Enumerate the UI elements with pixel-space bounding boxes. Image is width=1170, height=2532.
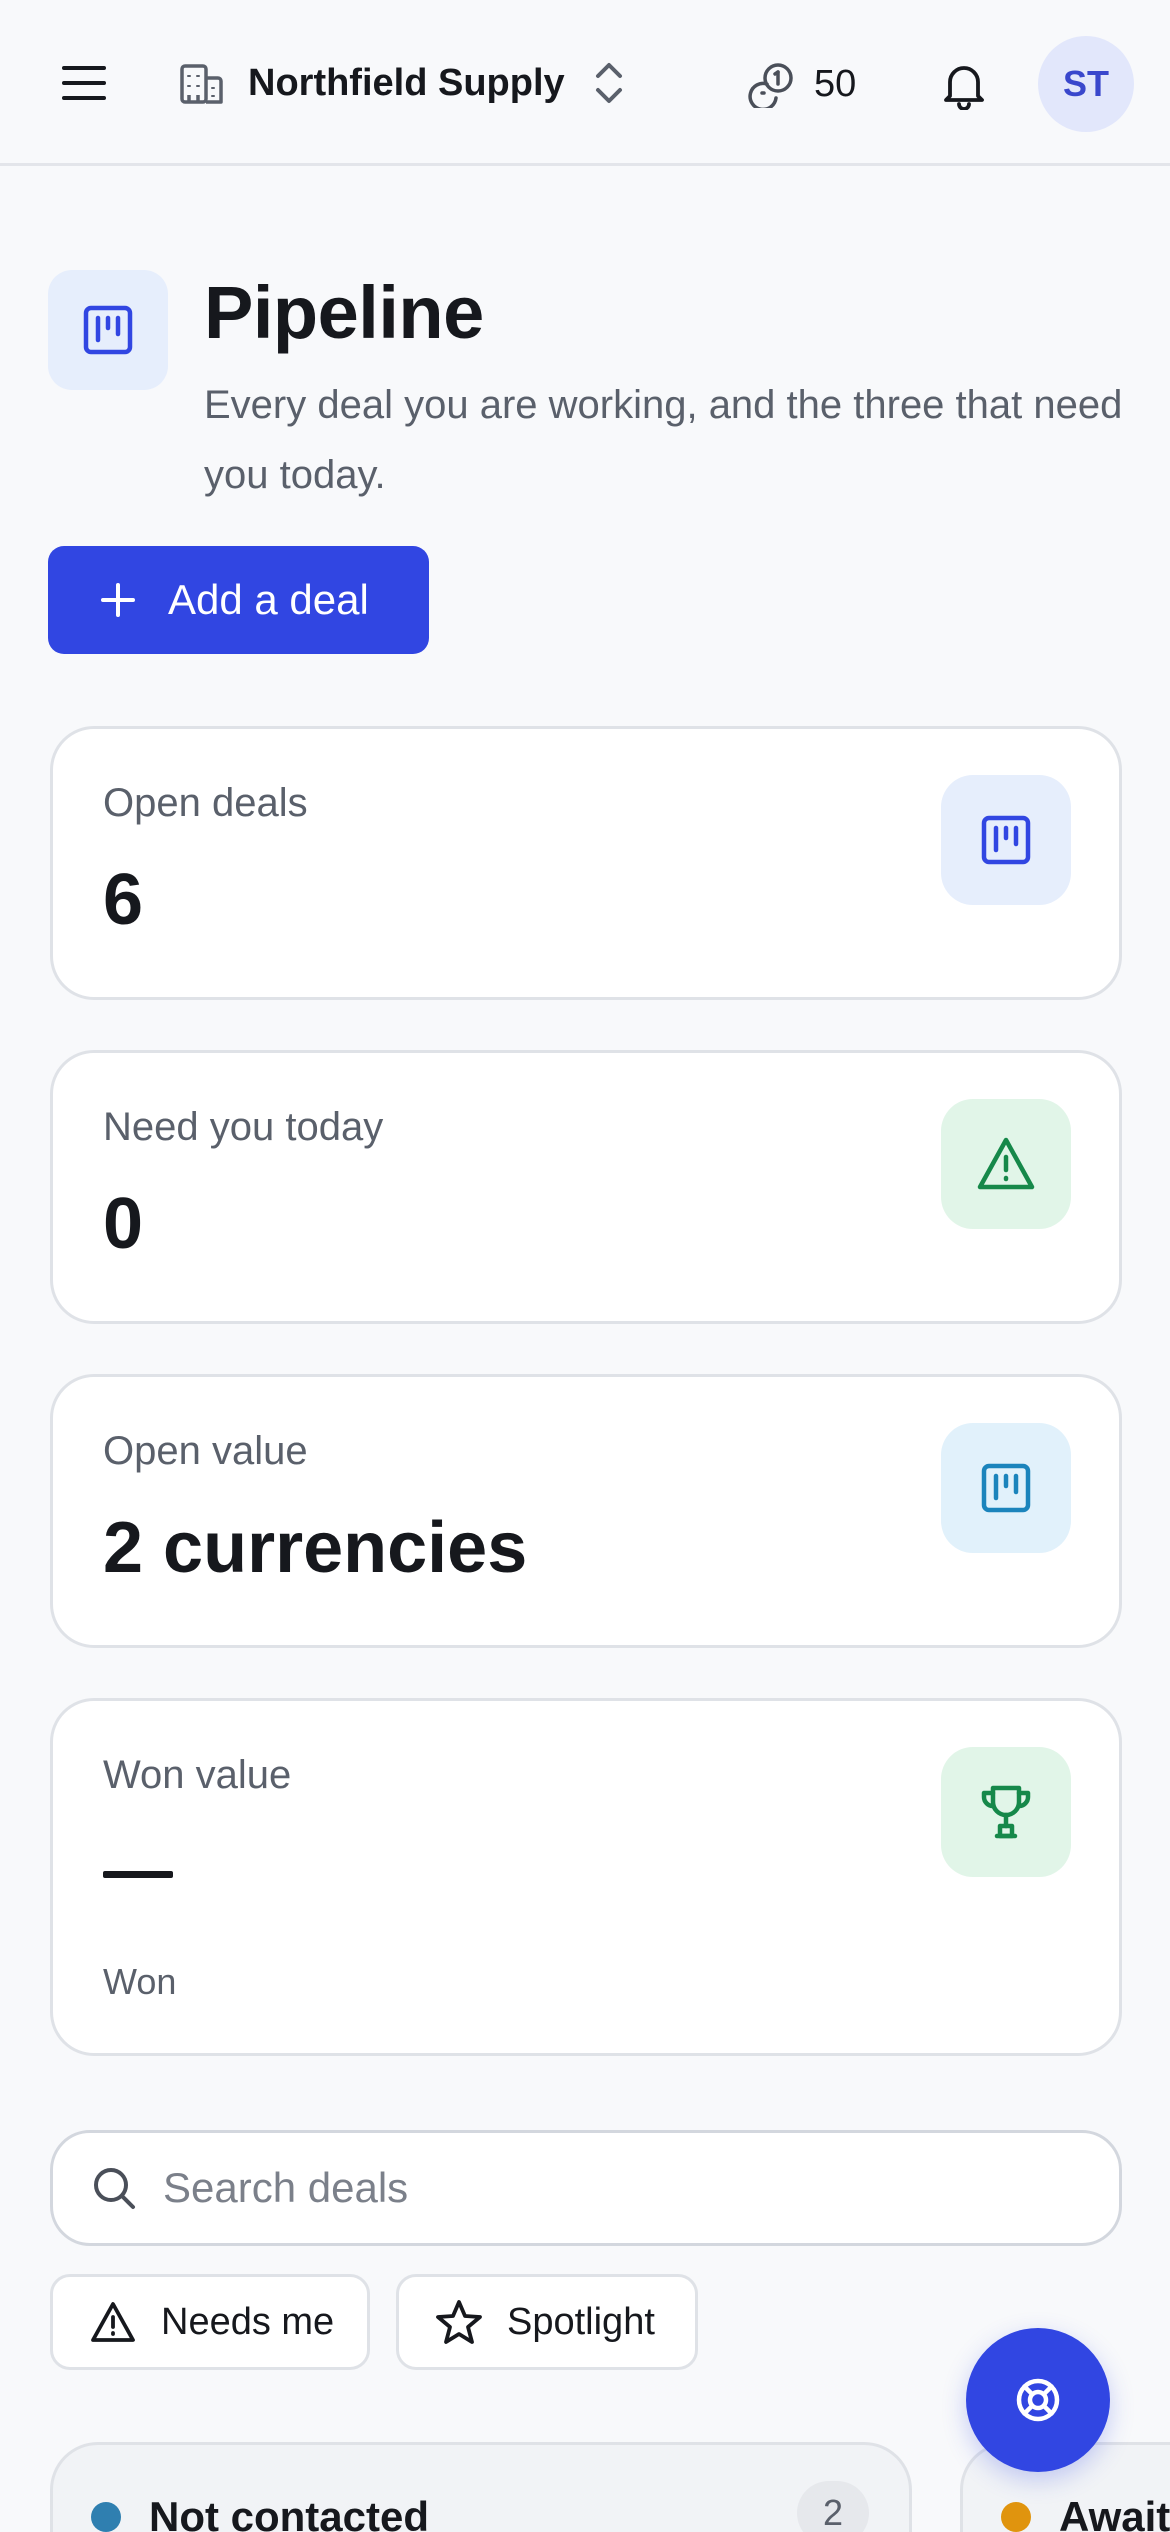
warning-icon (941, 1099, 1071, 1229)
organization-name: Northfield Supply (248, 61, 565, 104)
stat-card-need-you-today: Need you today 0 (50, 1050, 1122, 1324)
stat-label: Open value (103, 1429, 308, 1473)
plus-icon (100, 582, 136, 618)
warning-icon (89, 2300, 137, 2344)
stat-value: 2 currencies (103, 1508, 528, 1588)
chevron-up-down-icon (593, 61, 625, 105)
avatar[interactable]: ST (1038, 36, 1134, 132)
column-count-badge: 2 (797, 2481, 869, 2532)
credits-indicator[interactable]: 50 (748, 52, 856, 116)
column-title: Not contacted (149, 2493, 430, 2532)
kanban-icon (941, 775, 1071, 905)
stat-label: Open deals (103, 781, 308, 825)
stat-value: 0 (103, 1184, 144, 1264)
search-icon (91, 2165, 137, 2211)
top-bar: Northfield Supply 50 ST (0, 0, 1170, 166)
filter-label: Spotlight (507, 2300, 655, 2343)
kanban-icon (941, 1423, 1071, 1553)
page-subtitle: Every deal you are working, and the thre… (204, 383, 1123, 497)
organization-switcher[interactable]: Northfield Supply (178, 50, 625, 116)
lifebuoy-icon (1014, 2376, 1062, 2424)
stat-label: Need you today (103, 1105, 384, 1149)
filter-needs-me[interactable]: Needs me (50, 2274, 370, 2370)
page-title: Pipeline (204, 271, 484, 354)
trophy-icon (941, 1747, 1071, 1877)
bell-icon[interactable] (940, 60, 988, 110)
search-bar (50, 2130, 1122, 2246)
star-icon (435, 2299, 483, 2345)
help-button[interactable] (966, 2328, 1110, 2472)
coins-icon (748, 60, 796, 108)
pipeline-column-not-contacted: Not contacted 2 (50, 2442, 912, 2532)
stat-value-empty (103, 1871, 173, 1878)
stat-value: 6 (103, 860, 144, 940)
add-deal-label: Add a deal (168, 576, 369, 623)
column-title: Awaiti (1059, 2493, 1170, 2532)
stat-card-open-value: Open value 2 currencies (50, 1374, 1122, 1648)
column-header: Awaiti (1001, 2493, 1170, 2532)
filter-spotlight[interactable]: Spotlight (396, 2274, 698, 2370)
menu-icon[interactable] (60, 62, 108, 104)
kanban-icon (48, 270, 168, 390)
column-header: Not contacted (91, 2493, 429, 2532)
stat-label: Won value (103, 1753, 292, 1797)
stage-color-dot (1001, 2502, 1031, 2532)
search-input[interactable] (163, 2164, 1063, 2212)
stat-note: Won (103, 1961, 177, 2002)
filter-label: Needs me (161, 2300, 335, 2343)
credits-count: 50 (814, 62, 857, 105)
add-deal-button[interactable]: Add a deal (48, 546, 429, 654)
stat-card-won-value: Won value Won (50, 1698, 1122, 2056)
building-icon (178, 60, 226, 106)
stage-color-dot (91, 2502, 121, 2532)
stat-card-open-deals: Open deals 6 (50, 726, 1122, 1000)
